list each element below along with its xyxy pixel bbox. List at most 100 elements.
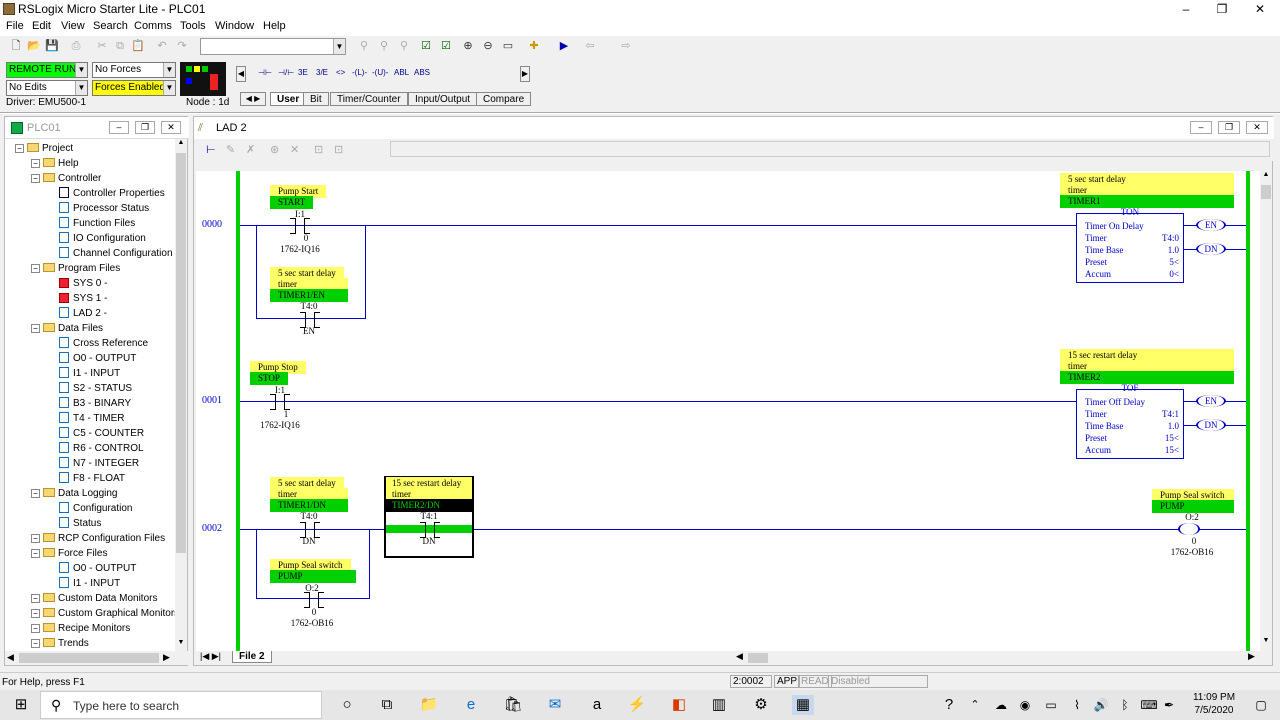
windows-start-icon[interactable]: ⊞ — [10, 695, 32, 715]
chevron-down-icon[interactable]: ▼ — [1260, 637, 1272, 644]
collapse-toggle-icon[interactable]: − — [31, 159, 40, 168]
copy-icon[interactable]: ⧉ — [112, 38, 128, 54]
param-value[interactable]: T4:0 — [1162, 233, 1179, 243]
param-value[interactable]: 0< — [1169, 269, 1179, 279]
minimize-button[interactable]: – — [1166, 0, 1206, 18]
collapse-toggle-icon[interactable]: − — [31, 639, 40, 648]
edge-icon[interactable]: e — [460, 695, 482, 715]
tree-item[interactable]: Channel Configuration — [47, 246, 173, 261]
instr-box[interactable]: <> — [336, 68, 345, 77]
tree-item[interactable]: − RCP Configuration Files — [31, 531, 165, 546]
collapse-toggle-icon[interactable]: − — [31, 549, 40, 558]
tree-item[interactable]: LAD 2 - — [47, 306, 107, 321]
cut-icon[interactable]: ✂ — [94, 38, 110, 54]
tree-item[interactable]: Cross Reference — [47, 336, 148, 351]
paste-icon[interactable]: 📋 — [130, 38, 146, 54]
en-coil[interactable]: EN — [1196, 395, 1226, 407]
chevron-down-icon[interactable]: ▼ — [163, 63, 175, 77]
maximize-button[interactable]: ❐ — [135, 121, 155, 134]
test-edits-icon[interactable]: ⊡ — [314, 143, 323, 156]
tree-item[interactable]: − Program Files — [31, 261, 120, 276]
tree-item[interactable]: F8 - FLOAT — [47, 471, 125, 486]
tree-item[interactable]: N7 - INTEGER — [47, 456, 139, 471]
chevron-left-icon[interactable]: ◀ — [7, 652, 14, 663]
minimize-button[interactable]: – — [109, 121, 129, 134]
edit-rung-icon[interactable]: ✎ — [226, 143, 235, 156]
maximize-button[interactable]: ❐ — [1202, 0, 1242, 18]
store-icon[interactable]: 🛍 — [502, 695, 524, 715]
cancel-edits-icon[interactable]: ✗ — [246, 143, 255, 156]
collapse-toggle-icon[interactable]: − — [31, 594, 40, 603]
chevron-down-icon[interactable]: ▼ — [333, 39, 345, 54]
tab-file-2[interactable]: File 2 — [232, 651, 272, 663]
notification-icon[interactable]: ▢ — [1250, 695, 1272, 715]
xic-contact[interactable] — [300, 522, 320, 538]
verify-project-icon[interactable]: ☑ — [438, 38, 454, 54]
rung-number[interactable]: 0001 — [202, 395, 222, 406]
dn-coil[interactable]: DN — [1196, 419, 1226, 431]
clock-date[interactable]: 7/5/2020 — [1186, 705, 1242, 716]
scroll-thumb[interactable] — [748, 653, 768, 663]
maximize-button[interactable]: ❐ — [1218, 121, 1240, 134]
tree-item[interactable]: − Force Files — [31, 546, 107, 561]
collapse-toggle-icon[interactable]: − — [31, 609, 40, 618]
menu-search[interactable]: Search — [93, 20, 128, 32]
chevron-down-icon[interactable]: ▼ — [163, 81, 175, 95]
instr-latch[interactable]: -(L)- — [352, 68, 367, 77]
delete-icon[interactable]: ✕ — [290, 143, 299, 156]
ladder-vertical-scrollbar[interactable]: ▲ ▼ — [1260, 171, 1272, 651]
tab-input-output[interactable]: Input/Output — [408, 92, 478, 106]
print-icon[interactable]: ⎙ — [68, 38, 84, 54]
play-icon[interactable]: ▶ — [556, 38, 572, 54]
tree-item[interactable]: − Help — [31, 156, 79, 171]
assemble-icon[interactable]: ⊡ — [334, 143, 343, 156]
pen-icon[interactable]: ✒ — [1158, 695, 1180, 715]
verify-file-icon[interactable]: ☑ — [418, 38, 434, 54]
menu-comms[interactable]: Comms — [134, 20, 172, 32]
tray-chevron-up-icon[interactable]: ⌃ — [964, 695, 986, 715]
tree-item[interactable]: − Trends — [31, 636, 89, 651]
param-value[interactable]: 1.0 — [1168, 245, 1179, 255]
file-explorer-icon[interactable]: 📁 — [418, 695, 440, 715]
tree-item[interactable]: SYS 0 - — [47, 276, 107, 291]
find-icon[interactable]: ⚲ — [356, 38, 372, 54]
accept-icon[interactable]: ⊛ — [270, 143, 279, 156]
rung-number[interactable]: 0000 — [202, 219, 222, 230]
find-next-icon[interactable]: ⚲ — [376, 38, 392, 54]
cortana-icon[interactable]: ○ — [336, 695, 358, 715]
tree-item[interactable]: Status — [47, 516, 101, 531]
tree-item[interactable]: Processor Status — [47, 201, 149, 216]
xio-contact[interactable] — [270, 394, 290, 410]
clock-time[interactable]: 11:09 PM — [1186, 692, 1242, 703]
tree-vertical-scrollbar[interactable]: ▲ ▼ — [175, 139, 187, 653]
mail-icon[interactable]: ✉ — [544, 695, 566, 715]
tree-item[interactable]: − Custom Data Monitors — [31, 591, 157, 606]
tof-timer-block[interactable]: TOF Timer Off Delay Timer T4:1 Time Base 1… — [1076, 383, 1184, 459]
minimize-button[interactable]: – — [1190, 121, 1212, 134]
rslogix-icon[interactable]: ▦ — [792, 695, 814, 715]
param-value[interactable]: T4:1 — [1162, 409, 1179, 419]
chevron-up-icon[interactable]: ▲ — [175, 139, 187, 151]
rung-number[interactable]: 0002 — [202, 523, 222, 534]
undo-icon[interactable]: ↶ — [154, 38, 170, 54]
tree-item[interactable]: SYS 1 - — [47, 291, 107, 306]
instr-abl[interactable]: ABL — [394, 68, 409, 77]
forces-status[interactable]: No Forces ▼ — [92, 62, 176, 78]
save-icon[interactable]: 💾 — [44, 38, 60, 54]
task-view-icon[interactable]: ⧉ — [376, 695, 398, 715]
menu-view[interactable]: View — [61, 20, 85, 32]
tab-compare[interactable]: Compare — [476, 92, 532, 106]
tree-item[interactable]: R6 - CONTROL — [47, 441, 144, 456]
insert-rung-icon[interactable]: ⊢ — [206, 143, 216, 156]
tree-item[interactable]: B3 - BINARY — [47, 396, 131, 411]
tree-item[interactable]: − Project — [15, 141, 73, 156]
tab-scroll-arrows[interactable]: ◀ ▶ — [240, 92, 266, 106]
menu-edit[interactable]: Edit — [32, 20, 51, 32]
chevron-left-icon[interactable]: ◀ — [736, 651, 743, 662]
office-icon[interactable]: ◧ — [668, 695, 690, 715]
scroll-thumb[interactable] — [1261, 185, 1271, 199]
tab-timer-counter[interactable]: Timer/Counter — [330, 92, 408, 106]
xic-contact[interactable] — [304, 592, 324, 608]
output-coil[interactable] — [1178, 523, 1200, 535]
collapse-toggle-icon[interactable]: − — [31, 324, 40, 333]
